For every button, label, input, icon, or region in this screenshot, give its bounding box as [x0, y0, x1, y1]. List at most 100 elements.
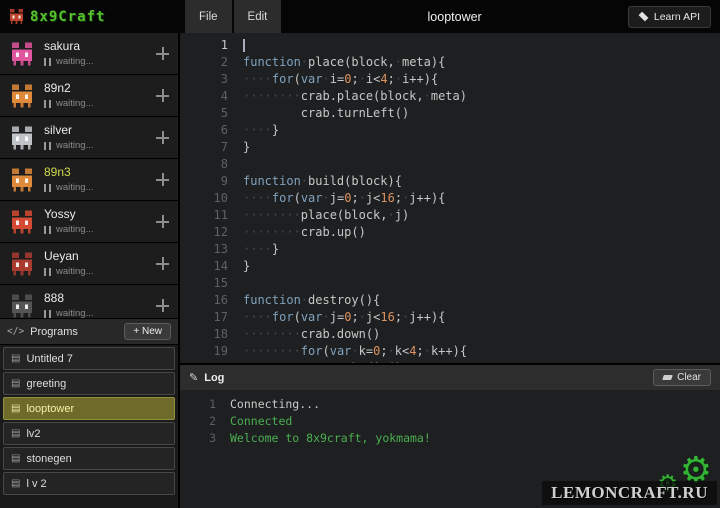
menu-file[interactable]: File — [185, 0, 232, 33]
app-logo-text: 8x9Craft — [30, 9, 105, 25]
player-row[interactable]: sakura waiting... — [0, 33, 178, 75]
line-number: 19 — [180, 343, 243, 360]
player-row[interactable]: 888 waiting... — [0, 285, 178, 318]
code-text: ····} — [243, 122, 279, 139]
code-line[interactable]: 15 — [180, 275, 720, 292]
main-layout: sakura waiting... 89n2 — [0, 33, 720, 508]
player-status-text: waiting... — [56, 182, 94, 193]
player-row[interactable]: Ueyan waiting... — [0, 243, 178, 285]
code-line[interactable]: 12········crab.up() — [180, 224, 720, 241]
code-text: function·place(block,·meta){ — [243, 54, 445, 71]
player-row[interactable]: 89n3 waiting... — [0, 159, 178, 201]
learn-api-label: Learn API — [654, 11, 700, 23]
code-line[interactable]: 9function·build(block){ — [180, 173, 720, 190]
player-info: sakura waiting... — [44, 40, 156, 67]
player-name: Ueyan — [44, 250, 156, 263]
locate-player-icon[interactable] — [156, 131, 169, 144]
program-item[interactable]: ▤ lv2 — [3, 422, 175, 445]
code-editor[interactable]: 12function·place(block,·meta){3····for(v… — [180, 33, 720, 363]
code-line[interactable]: 14} — [180, 258, 720, 275]
player-avatar-icon — [9, 209, 35, 235]
line-number: 10 — [180, 190, 243, 207]
player-row[interactable]: Yossy waiting... — [0, 201, 178, 243]
text-cursor — [243, 39, 245, 52]
player-avatar-icon — [9, 83, 35, 109]
program-item[interactable]: ▤ l v 2 — [3, 472, 175, 495]
clear-log-label: Clear — [677, 372, 701, 383]
code-line[interactable]: 4········crab.place(block,·meta) — [180, 88, 720, 105]
code-line[interactable]: 3····for(var·i=0;·i<4;·i++){ — [180, 71, 720, 88]
line-number: 3 — [180, 71, 243, 88]
log-output: 1Connecting...2Connected3Welcome to 8x9c… — [180, 390, 720, 508]
player-name: silver — [44, 124, 156, 137]
code-text: ········for(var·k=0;·k<4;·k++){ — [243, 343, 467, 360]
code-line[interactable]: 13····} — [180, 241, 720, 258]
line-number: 12 — [180, 224, 243, 241]
line-number: 4 — [180, 88, 243, 105]
code-text: ····for(var·i=0;·i<4;·i++){ — [243, 71, 438, 88]
code-line[interactable]: 16function·destroy(){ — [180, 292, 720, 309]
code-text: ········crab.place(block,·meta) — [243, 88, 467, 105]
program-file-icon: ▤ — [11, 429, 20, 439]
code-line[interactable]: 8 — [180, 156, 720, 173]
program-item[interactable]: ▤ looptower — [3, 397, 175, 420]
player-status-text: waiting... — [56, 308, 94, 318]
player-status: waiting... — [44, 56, 156, 67]
program-item[interactable]: ▤ stonegen — [3, 447, 175, 470]
line-number: 8 — [180, 156, 243, 173]
line-number: 5 — [180, 105, 243, 122]
player-status-text: waiting... — [56, 98, 94, 109]
player-avatar-icon — [9, 41, 35, 67]
code-line[interactable]: 7} — [180, 139, 720, 156]
code-brackets-icon: </> — [7, 326, 24, 337]
code-line[interactable]: 5 crab.turnLeft() — [180, 105, 720, 122]
log-message: Welcome to 8x9craft, yokmama! — [230, 430, 431, 447]
line-number: 18 — [180, 326, 243, 343]
new-program-button[interactable]: + New — [124, 323, 171, 340]
locate-player-icon[interactable] — [156, 173, 169, 186]
line-number: 1 — [180, 37, 243, 54]
player-row[interactable]: 89n2 waiting... — [0, 75, 178, 117]
player-name: sakura — [44, 40, 156, 53]
code-line[interactable]: 6····} — [180, 122, 720, 139]
player-row[interactable]: silver waiting... — [0, 117, 178, 159]
log-message: Connected — [230, 413, 292, 430]
locate-player-icon[interactable] — [156, 299, 169, 312]
code-text: ········crab.down() — [243, 326, 380, 343]
program-file-icon: ▤ — [11, 379, 20, 389]
log-line-number: 1 — [180, 396, 230, 413]
code-text: } — [243, 139, 250, 156]
player-status: waiting... — [44, 140, 156, 151]
code-line[interactable]: 18········crab.down() — [180, 326, 720, 343]
main-area: 12function·place(block,·meta){3····for(v… — [178, 33, 720, 508]
code-text: ····for(var·j=0;·j<16;·j++){ — [243, 309, 445, 326]
player-avatar-icon — [9, 251, 35, 277]
locate-player-icon[interactable] — [156, 47, 169, 60]
code-line[interactable]: 2function·place(block,·meta){ — [180, 54, 720, 71]
program-item[interactable]: ▤ greeting — [3, 372, 175, 395]
locate-player-icon[interactable] — [156, 89, 169, 102]
clear-log-button[interactable]: Clear — [653, 369, 711, 386]
program-item[interactable]: ▤ Untitled 7 — [3, 347, 175, 370]
player-status: waiting... — [44, 308, 156, 318]
menu-edit[interactable]: Edit — [234, 0, 282, 33]
pause-icon — [44, 310, 51, 318]
code-line[interactable]: 19········for(var·k=0;·k<4;·k++){ — [180, 343, 720, 360]
log-panel: ✎ Log Clear 1Connecting...2Connected3Wel… — [180, 363, 720, 508]
player-status-text: waiting... — [56, 140, 94, 151]
code-text: ····} — [243, 241, 279, 258]
code-line[interactable]: 10····for(var·j=0;·j<16;·j++){ — [180, 190, 720, 207]
locate-player-icon[interactable] — [156, 257, 169, 270]
locate-player-icon[interactable] — [156, 215, 169, 228]
line-number: 16 — [180, 292, 243, 309]
code-line[interactable]: 11········place(block,·j) — [180, 207, 720, 224]
program-name: l v 2 — [26, 478, 46, 490]
line-number: 2 — [180, 54, 243, 71]
code-line[interactable]: 17····for(var·j=0;·j<16;·j++){ — [180, 309, 720, 326]
code-text: ····for(var·j=0;·j<16;·j++){ — [243, 190, 445, 207]
line-number: 14 — [180, 258, 243, 275]
menu-bar: FileEdit — [185, 0, 281, 33]
learn-api-button[interactable]: Learn API — [628, 6, 711, 28]
code-line[interactable]: 1 — [180, 37, 720, 54]
code-text — [243, 37, 245, 54]
